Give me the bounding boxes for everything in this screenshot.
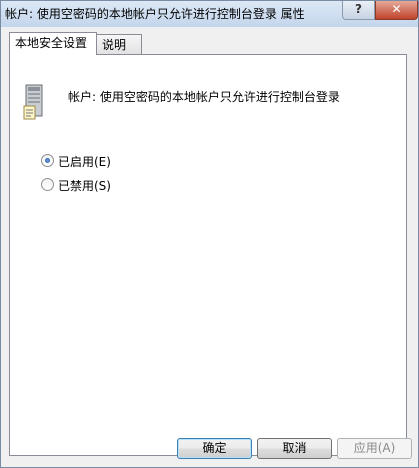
radio-enabled-indicator[interactable] [41, 154, 54, 167]
radio-enabled-label: 已启用(E) [58, 155, 111, 169]
help-icon: ? [355, 2, 362, 16]
help-button[interactable]: ? [342, 1, 375, 20]
radio-disabled[interactable]: 已禁用(S) [41, 178, 111, 194]
dialog-client: 本地安全设置 说明 帐户: 使用空密码的本地帐户只允许进行控制台登录 已启用(E… [6, 29, 413, 463]
radio-disabled-indicator[interactable] [41, 178, 54, 191]
properties-dialog: 帐户: 使用空密码的本地帐户只允许进行控制台登录 属性 ? ✕ 本地安全设置 说… [0, 0, 419, 468]
tab-explain[interactable]: 说明 [96, 34, 142, 54]
tab-local-security-setting[interactable]: 本地安全设置 [9, 32, 97, 55]
close-icon: ✕ [391, 2, 402, 16]
tab-label: 本地安全设置 [15, 36, 88, 50]
radio-disabled-label: 已禁用(S) [58, 179, 111, 193]
radio-enabled[interactable]: 已启用(E) [41, 154, 111, 170]
policy-name: 帐户: 使用空密码的本地帐户只允许进行控制台登录 [68, 90, 340, 104]
apply-button[interactable]: 应用(A) [337, 438, 412, 459]
tab-label: 说明 [102, 38, 127, 52]
close-button[interactable]: ✕ [375, 1, 418, 20]
cancel-button[interactable]: 取消 [257, 438, 332, 459]
tab-panel: 帐户: 使用空密码的本地帐户只允许进行控制台登录 已启用(E) 已禁用(S) [9, 54, 407, 456]
ok-button[interactable]: 确定 [177, 438, 252, 459]
title-bar[interactable]: 帐户: 使用空密码的本地帐户只允许进行控制台登录 属性 ? ✕ [1, 1, 418, 27]
window-title: 帐户: 使用空密码的本地帐户只允许进行控制台登录 属性 [5, 7, 305, 21]
server-policy-icon [23, 84, 43, 120]
